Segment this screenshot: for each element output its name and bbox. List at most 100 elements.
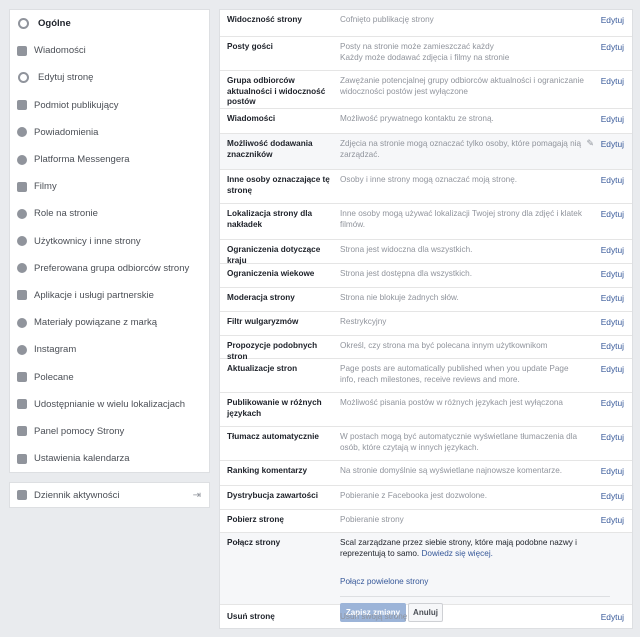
handshake-icon: [17, 317, 27, 328]
setting-value: Strona nie blokuje żadnych słów.: [340, 293, 459, 302]
sidebar-item-crossposting[interactable]: Udostępnianie w wielu lokalizacjach: [10, 391, 209, 418]
setting-row-multilingual-posts[interactable]: Publikowanie w różnych językach Możliwoś…: [220, 393, 632, 427]
merge-description: Scal zarządzane przez siebie strony, któ…: [340, 538, 590, 559]
merge-duplicate-pages-link[interactable]: Połącz powielone strony: [340, 577, 428, 586]
setting-row-profanity-filter[interactable]: Filtr wulgaryzmów Restrykcyjny Edytuj: [220, 312, 632, 336]
learn-more-link[interactable]: Dowiedz się więcej.: [421, 549, 492, 558]
sidebar-item-preferred-audience[interactable]: Preferowana grupa odbiorców strony: [10, 255, 209, 282]
setting-row-merge-pages: Połącz strony Scal zarządzane przez sieb…: [220, 533, 632, 622]
setting-label: Tłumacz automatycznie: [227, 432, 319, 441]
setting-row-comment-ranking[interactable]: Ranking komentarzy Na stronie domyślnie …: [220, 461, 632, 486]
setting-row-messages[interactable]: Wiadomości Możliwość prywatnego kontaktu…: [220, 109, 632, 134]
edit-link[interactable]: Edytuj: [601, 317, 624, 327]
sidebar-item-general[interactable]: Ogólne: [10, 10, 209, 37]
edit-link[interactable]: Edytuj: [601, 76, 624, 86]
setting-row-others-tagging[interactable]: Inne osoby oznaczające tę stronę Osoby i…: [220, 170, 632, 204]
sidebar-item-page-support[interactable]: Panel pomocy Strony: [10, 418, 209, 445]
video-icon: [17, 181, 27, 192]
sidebar-item-label: Instagram: [34, 344, 77, 356]
edit-link[interactable]: Edytuj: [601, 491, 624, 501]
setting-value: Restrykcyjny: [340, 317, 387, 326]
edit-link[interactable]: Edytuj: [601, 364, 624, 374]
cube-icon: [17, 290, 27, 301]
setting-value: Możliwość pisania postów w różnych język…: [340, 398, 563, 407]
setting-row-page-updates[interactable]: Aktualizacje stron Page posts are automa…: [220, 359, 632, 393]
setting-row-download-page[interactable]: Pobierz stronę Pobieranie strony Edytuj: [220, 510, 632, 533]
activity-log-panel: Dziennik aktywności ⇥: [9, 482, 210, 508]
activity-log-label: Dziennik aktywności: [34, 489, 120, 501]
setting-label: Filtr wulgaryzmów: [227, 317, 299, 326]
sidebar-item-featured[interactable]: Polecane: [10, 363, 209, 390]
edit-link[interactable]: Edytuj: [601, 175, 624, 185]
setting-row-content-distribution[interactable]: Dystrybucja zawartości Pobieranie z Face…: [220, 486, 632, 510]
pencil-icon[interactable]: ✎: [586, 138, 594, 149]
sidebar-item-videos[interactable]: Filmy: [10, 173, 209, 200]
setting-row-delete-page[interactable]: Usuń stronę Usuń swoją stronę Edytuj: [220, 605, 632, 629]
setting-row-age-restrictions[interactable]: Ograniczenia wiekowe Strona jest dostępn…: [220, 264, 632, 288]
edit-link[interactable]: Edytuj: [601, 42, 624, 52]
setting-row-similar-pages[interactable]: Propozycje podobnych stron Określ, czy s…: [220, 336, 632, 361]
settings-panel: Widoczność strony Cofnięto publikację st…: [219, 9, 633, 629]
setting-value: Usuń swoją stronę: [340, 612, 408, 621]
edit-link[interactable]: Edytuj: [601, 432, 624, 442]
setting-label: Usuń stronę: [227, 612, 275, 621]
person-icon: [17, 208, 27, 219]
setting-row-country-restrictions[interactable]: Ograniczenia dotyczące kraju Strona jest…: [220, 240, 632, 265]
edit-link[interactable]: Edytuj: [601, 139, 624, 149]
star-icon: [17, 372, 27, 383]
sidebar-item-label: Aplikacje i usługi partnerskie: [34, 289, 154, 301]
sidebar-item-label: Filmy: [34, 181, 57, 193]
sidebar-item-publisher[interactable]: Podmiot publikujący: [10, 92, 209, 119]
setting-label: Grupa odbiorców aktualności i widoczność…: [227, 76, 326, 106]
edit-link[interactable]: Edytuj: [601, 15, 624, 25]
sidebar-item-notifications[interactable]: Powiadomienia: [10, 119, 209, 146]
settings-sidebar: Ogólne Wiadomości Edytuj stronę Podmiot …: [9, 9, 210, 473]
setting-row-tagging[interactable]: Możliwość dodawania znaczników Zdjęcia n…: [220, 134, 632, 170]
edit-link[interactable]: Edytuj: [601, 269, 624, 279]
edit-link[interactable]: Edytuj: [601, 114, 624, 124]
sidebar-item-messenger-platform[interactable]: Platforma Messengera: [10, 146, 209, 173]
edit-link[interactable]: Edytuj: [601, 293, 624, 303]
edit-link[interactable]: Edytuj: [601, 612, 624, 622]
setting-label: Aktualizacje stron: [227, 364, 298, 373]
sidebar-item-messages[interactable]: Wiadomości: [10, 37, 209, 64]
setting-label: Publikowanie w różnych językach: [227, 398, 322, 418]
edit-link[interactable]: Edytuj: [601, 466, 624, 476]
setting-value: Posty na stronie może zamieszczać każdy …: [340, 42, 510, 62]
sidebar-item-branded-content[interactable]: Materiały powiązane z marką: [10, 309, 209, 336]
globe-icon: [17, 127, 27, 138]
setting-value: Zawężanie potencjalnej grupy odbiorców a…: [340, 76, 584, 96]
setting-label: Posty gości: [227, 42, 273, 51]
sidebar-item-label: Podmiot publikujący: [34, 99, 119, 111]
sidebar-item-calendar-settings[interactable]: Ustawienia kalendarza: [10, 445, 209, 472]
setting-row-visitor-posts[interactable]: Posty gości Posty na stronie może zamies…: [220, 37, 632, 71]
sidebar-item-instagram[interactable]: Instagram: [10, 336, 209, 363]
setting-value: Pobieranie z Facebooka jest dozwolone.: [340, 491, 488, 500]
edit-link[interactable]: Edytuj: [601, 515, 624, 525]
edit-link[interactable]: Edytuj: [601, 245, 624, 255]
sidebar-item-label: Preferowana grupa odbiorców strony: [34, 262, 190, 274]
setting-row-frame-location[interactable]: Lokalizacja strony dla nakładek Inne oso…: [220, 204, 632, 240]
list-icon: [17, 490, 27, 500]
setting-row-auto-translate[interactable]: Tłumacz automatycznie W postach mogą być…: [220, 427, 632, 461]
activity-log-link[interactable]: Dziennik aktywności ⇥: [10, 483, 209, 507]
sidebar-item-partner-apps[interactable]: Aplikacje i usługi partnerskie: [10, 282, 209, 309]
sidebar-item-page-roles[interactable]: Role na stronie: [10, 200, 209, 227]
setting-value: Możliwość prywatnego kontaktu ze stroną.: [340, 114, 494, 123]
sidebar-item-edit-page[interactable]: Edytuj stronę: [10, 64, 209, 91]
sidebar-item-label: Ustawienia kalendarza: [34, 453, 130, 465]
sidebar-item-label: Edytuj stronę: [38, 72, 94, 84]
calendar-icon: [17, 453, 27, 464]
setting-row-audience-visibility[interactable]: Grupa odbiorców aktualności i widoczność…: [220, 71, 632, 109]
setting-row-page-moderation[interactable]: Moderacja strony Strona nie blokuje żadn…: [220, 288, 632, 312]
flag-icon: [17, 100, 27, 111]
sidebar-item-people-and-pages[interactable]: Użytkownicy i inne strony: [10, 228, 209, 255]
sidebar-item-label: Wiadomości: [34, 45, 86, 57]
setting-label: Moderacja strony: [227, 293, 295, 302]
edit-link[interactable]: Edytuj: [601, 209, 624, 219]
edit-link[interactable]: Edytuj: [601, 341, 624, 351]
setting-value: Pobieranie strony: [340, 515, 404, 524]
setting-label: Połącz strony: [227, 538, 281, 547]
edit-link[interactable]: Edytuj: [601, 398, 624, 408]
setting-row-page-visibility[interactable]: Widoczność strony Cofnięto publikację st…: [220, 10, 632, 37]
